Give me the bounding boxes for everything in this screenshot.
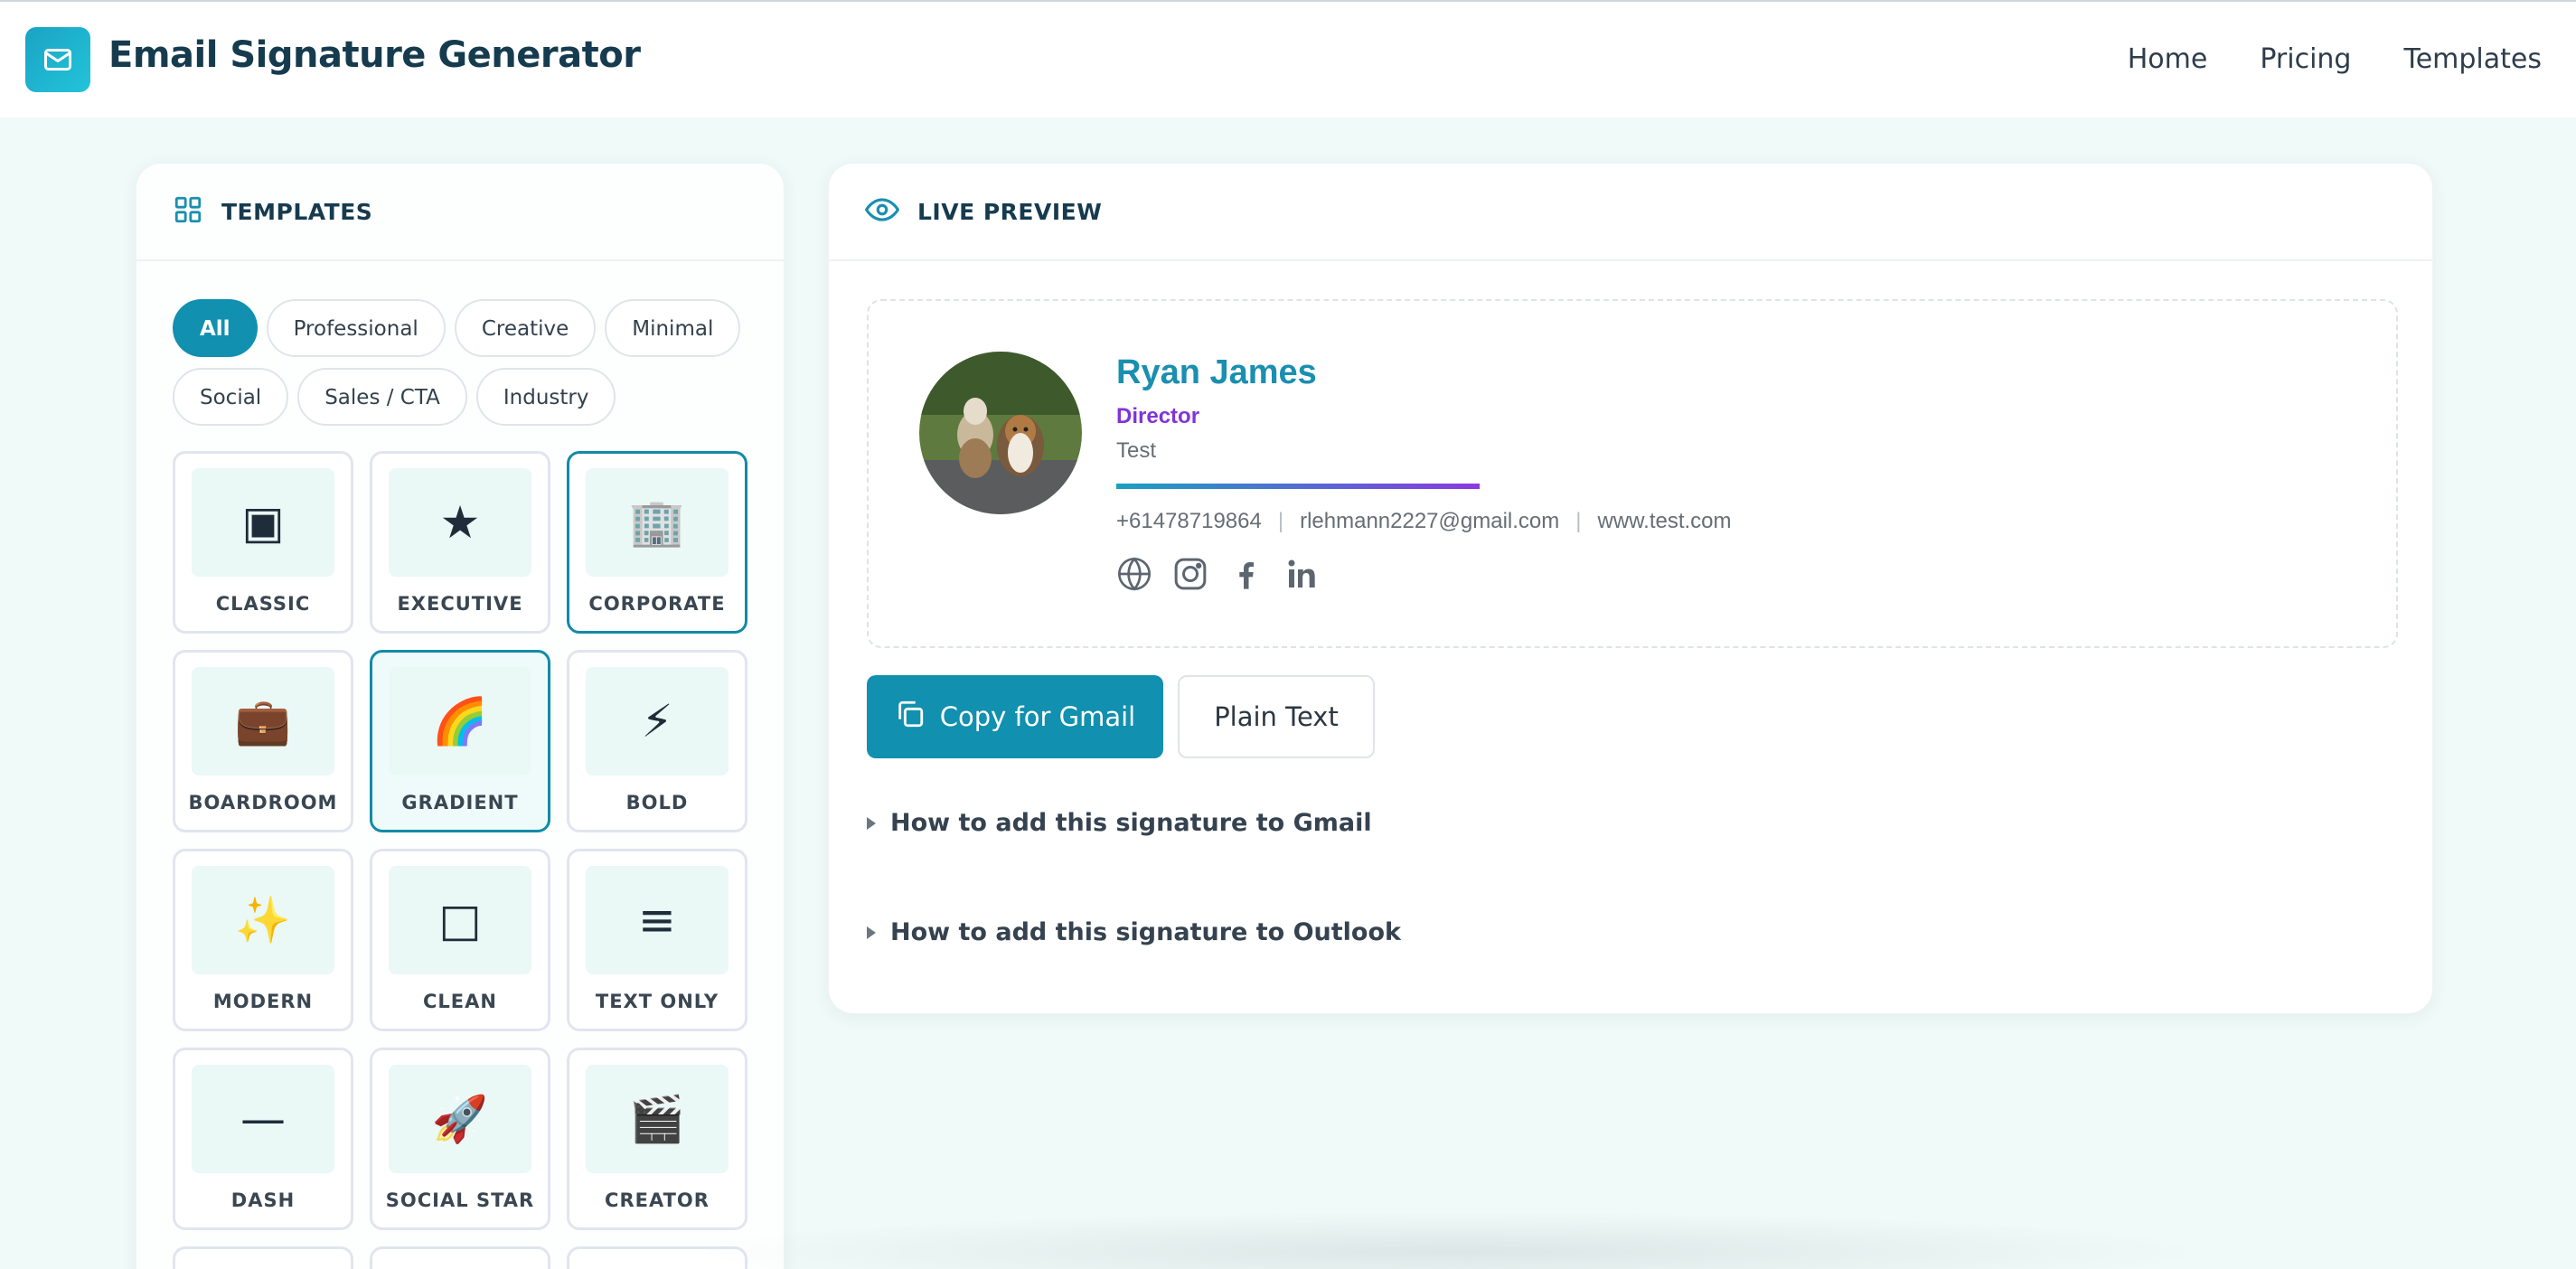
signature-contacts: +61478719864 | rlehmann2227@gmail.com | … — [1116, 509, 1732, 534]
mail-icon[interactable] — [25, 27, 90, 92]
faq-outlook[interactable]: How to add this signature to Outlook — [867, 918, 1401, 946]
sparkles-icon: ✨ — [192, 866, 334, 974]
preview-panel-header: LIVE PREVIEW — [829, 164, 2432, 261]
template-card-dash[interactable]: — DASH — [173, 1048, 353, 1230]
template-label: DASH — [230, 1189, 296, 1211]
dash-icon: — — [192, 1065, 334, 1173]
classic-icon: ▣ — [192, 468, 334, 577]
template-label: CREATOR — [605, 1189, 710, 1211]
nav-templates[interactable]: Templates — [2403, 43, 2542, 75]
template-card-corporate[interactable]: 🏢 CORPORATE — [567, 451, 747, 634]
filter-creative[interactable]: Creative — [454, 299, 597, 357]
avatar — [919, 352, 1082, 514]
top-nav: Home Pricing Templates — [2128, 43, 2542, 75]
filter-minimal[interactable]: Minimal — [605, 299, 741, 357]
template-card-partial[interactable] — [370, 1246, 550, 1269]
office-building-icon: 🏢 — [586, 468, 729, 577]
template-label: CLEAN — [423, 991, 497, 1012]
signature-phone: +61478719864 — [1116, 509, 1262, 533]
template-label: SOCIAL STAR — [385, 1189, 535, 1211]
copy-icon — [895, 699, 926, 736]
faq-outlook-label: How to add this signature to Outlook — [890, 918, 1401, 946]
filter-social[interactable]: Social — [173, 368, 289, 426]
templates-panel-title: TEMPLATES — [221, 198, 373, 225]
eye-icon — [864, 193, 900, 230]
disclosure-triangle-icon — [867, 816, 876, 830]
template-card-text-only[interactable]: ≡ TEXT ONLY — [567, 849, 747, 1031]
signature-preview: Ryan James Director Test +61478719864 | … — [867, 299, 2398, 648]
globe-icon[interactable] — [1114, 554, 1154, 594]
instagram-icon[interactable] — [1170, 554, 1210, 594]
disclosure-triangle-icon — [867, 926, 876, 939]
template-label: BOLD — [625, 792, 689, 813]
template-card-boardroom[interactable]: 💼 BOARDROOM — [173, 650, 353, 832]
copy-for-gmail-label: Copy for Gmail — [939, 701, 1136, 732]
rocket-icon: 🚀 — [389, 1065, 531, 1173]
square-icon: □ — [389, 866, 531, 974]
linkedin-icon[interactable] — [1283, 554, 1322, 594]
template-label: GRADIENT — [401, 792, 519, 813]
signature-divider — [1116, 484, 1480, 489]
signature-company: Test — [1116, 438, 1157, 463]
app-title: Email Signature Generator — [108, 34, 641, 76]
app-header: Email Signature Generator Home Pricing T… — [0, 2, 2576, 118]
template-card-partial[interactable] — [173, 1246, 353, 1269]
star-icon: ★ — [389, 468, 531, 577]
preview-panel-title: LIVE PREVIEW — [917, 198, 1103, 225]
template-card-executive[interactable]: ★ EXECUTIVE — [370, 451, 550, 634]
template-label: CORPORATE — [588, 593, 726, 615]
lightning-icon: ⚡ — [586, 667, 729, 776]
filter-sales-cta[interactable]: Sales / CTA — [297, 368, 467, 426]
templates-panel-header: TEMPLATES — [136, 164, 784, 261]
briefcase-icon: 💼 — [192, 667, 334, 776]
templates-panel: TEMPLATES All Professional Creative Minimal… — [136, 163, 785, 1269]
template-label: MODERN — [212, 991, 314, 1012]
grid-icon — [173, 194, 203, 229]
signature-name: Ryan James — [1116, 353, 1317, 391]
separator: | — [1575, 509, 1582, 533]
template-card-modern[interactable]: ✨ MODERN — [173, 849, 353, 1031]
clapperboard-icon: 🎬 — [586, 1065, 729, 1173]
template-card-bold[interactable]: ⚡ BOLD — [567, 650, 747, 832]
copy-for-gmail-button[interactable]: Copy for Gmail — [867, 675, 1163, 758]
filter-professional[interactable]: Professional — [266, 299, 446, 357]
signature-website: www.test.com — [1597, 509, 1732, 533]
signature-email: rlehmann2227@gmail.com — [1300, 509, 1560, 533]
template-label: TEXT ONLY — [595, 991, 719, 1012]
template-card-creator[interactable]: 🎬 CREATOR — [567, 1048, 747, 1230]
signature-socials — [1114, 554, 1322, 594]
rainbow-icon: 🌈 — [389, 667, 531, 776]
template-card-clean[interactable]: □ CLEAN — [370, 849, 550, 1031]
faq-gmail[interactable]: How to add this signature to Gmail — [867, 809, 1372, 837]
live-preview-panel: LIVE PREVIEW Ryan James Director Test +6… — [828, 163, 2433, 1014]
menu-lines-icon: ≡ — [586, 866, 729, 974]
facebook-icon[interactable] — [1227, 554, 1266, 594]
plain-text-button[interactable]: Plain Text — [1178, 675, 1375, 758]
template-grid: ▣ CLASSIC ★ EXECUTIVE 🏢 CORPORATE 💼 BOAR… — [173, 451, 747, 1269]
template-card-gradient[interactable]: 🌈 GRADIENT — [370, 650, 550, 832]
template-label: CLASSIC — [215, 593, 311, 615]
bottom-shadow — [687, 1211, 2223, 1269]
separator: | — [1277, 509, 1284, 533]
template-label: EXECUTIVE — [397, 593, 523, 615]
filter-industry[interactable]: Industry — [475, 368, 616, 426]
faq-gmail-label: How to add this signature to Gmail — [890, 809, 1372, 837]
template-filters: All Professional Creative Minimal Social Sal… — [173, 299, 769, 437]
template-label: BOARDROOM — [188, 792, 338, 813]
nav-home[interactable]: Home — [2128, 43, 2208, 75]
filter-all[interactable]: All — [173, 299, 258, 357]
nav-pricing[interactable]: Pricing — [2260, 43, 2351, 75]
signature-role: Director — [1116, 404, 1200, 428]
template-card-classic[interactable]: ▣ CLASSIC — [173, 451, 353, 634]
template-card-social-star[interactable]: 🚀 SOCIAL STAR — [370, 1048, 550, 1230]
